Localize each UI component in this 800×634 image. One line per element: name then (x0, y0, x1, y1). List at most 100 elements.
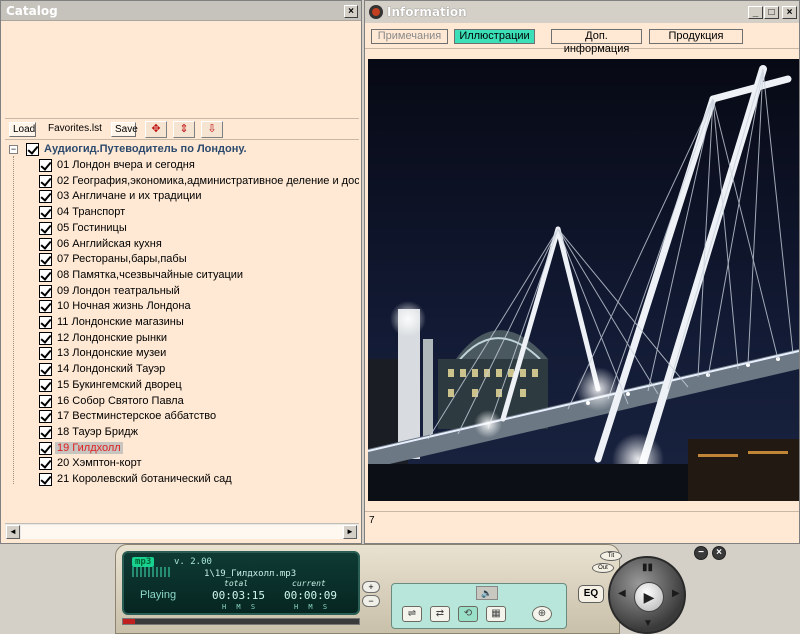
next-icon[interactable]: ▶ (672, 588, 680, 599)
tab-illustrations[interactable]: Иллюстрации (454, 29, 535, 44)
item-checkbox[interactable] (39, 441, 52, 455)
item-checkbox[interactable] (39, 268, 52, 282)
item-checkbox[interactable] (39, 237, 52, 251)
item-checkbox[interactable] (39, 174, 52, 188)
item-checkbox[interactable] (39, 190, 52, 204)
tree-item[interactable]: 21 Королевский ботанический сад (39, 472, 359, 488)
tree-item[interactable]: 15 Букингемский дворец (39, 378, 359, 394)
minimize-button[interactable]: _ (748, 6, 763, 19)
scroll-right-icon[interactable]: ► (343, 525, 357, 539)
tree-item[interactable]: 14 Лондонский Тауэр (39, 362, 359, 378)
item-checkbox[interactable] (39, 221, 52, 235)
collapse-icon[interactable]: − (9, 145, 18, 154)
tree-item[interactable]: 04 Транспорт (39, 205, 359, 221)
tree-item[interactable]: 01 Лондон вчера и сегодня (39, 158, 359, 174)
tree-item[interactable]: 16 Собор Святого Павла (39, 394, 359, 410)
item-checkbox[interactable] (39, 206, 52, 220)
load-button[interactable]: Load (9, 122, 36, 137)
tab-products[interactable]: Продукция (649, 29, 743, 44)
loop-button[interactable]: ⟲ (458, 606, 478, 622)
web-button[interactable]: ⊕ (532, 606, 552, 622)
tree-item-label: 11 Лондонские магазины (57, 316, 184, 328)
item-checkbox[interactable] (39, 473, 52, 486)
up-down-icon: ⇕ (179, 123, 189, 135)
pause-icon[interactable]: ▼ (643, 618, 653, 629)
item-checkbox[interactable] (39, 284, 52, 298)
catalog-close-button[interactable]: × (344, 5, 358, 18)
item-checkbox[interactable] (39, 316, 52, 329)
playlist-button[interactable]: ▦ (486, 606, 506, 622)
tree-item-label: 06 Английская кухня (57, 237, 162, 250)
move-up-button[interactable]: ⇕ (173, 121, 195, 138)
catalog-tree[interactable]: − Аудиогид.Путеводитель по Лондону. 01 Л… (5, 142, 359, 523)
shuffle-button[interactable]: ⇌ (402, 606, 422, 622)
close-button[interactable]: × (782, 6, 797, 19)
tree-item[interactable]: 18 Тауэр Бридж (39, 425, 359, 441)
tab-notes[interactable]: Примечания (371, 29, 448, 44)
current-label: current (292, 579, 326, 588)
track-file-name: 1\19_Гилдхолл.mp3 (204, 569, 297, 579)
tree-item[interactable]: 20 Хэмптон-корт (39, 456, 359, 472)
move-button[interactable]: ✥ (145, 121, 167, 138)
repeat-button[interactable]: ⇄ (430, 606, 450, 622)
tree-item[interactable]: 08 Памятка,чсезвычайные ситуации (39, 268, 359, 284)
item-checkbox[interactable] (39, 425, 52, 439)
total-hms: H M S (222, 603, 259, 611)
tree-item[interactable]: 10 Ночная жизнь Лондона (39, 299, 359, 315)
save-button[interactable]: Save (111, 122, 138, 137)
catalog-horizontal-scrollbar[interactable]: ◄ ► (5, 523, 359, 539)
tree-item-label: 12 Лондонские рынки (57, 331, 167, 344)
tree-item-label: 21 Королевский ботанический сад (57, 473, 232, 485)
information-window: Information _ □ × Примечания Иллюстрации… (364, 0, 800, 544)
speaker-icon[interactable]: 🔈 (476, 586, 498, 600)
item-checkbox[interactable] (39, 410, 52, 424)
tree-item[interactable]: 13 Лондонские музеи (39, 346, 359, 362)
tree-item[interactable]: 02 География,экономика,административное … (39, 174, 359, 190)
item-checkbox[interactable] (39, 457, 52, 471)
tree-item[interactable]: 11 Лондонские магазины (39, 315, 359, 331)
player-close-button[interactable]: × (712, 546, 726, 560)
mp3-logo: mp3 (132, 557, 155, 567)
root-checkbox[interactable] (26, 143, 39, 156)
tree-item[interactable]: 12 Лондонские рынки (39, 331, 359, 347)
player-version: v. 2.00 (174, 557, 212, 567)
output-toggle-button[interactable]: Out (592, 563, 614, 573)
info-status-bar: 7 (365, 511, 799, 541)
catalog-titlebar[interactable]: Catalog × (1, 1, 361, 21)
tree-item[interactable]: 09 Лондон театральный (39, 284, 359, 300)
item-checkbox[interactable] (39, 347, 52, 361)
tree-item[interactable]: 06 Английская кухня (39, 237, 359, 253)
tree-item[interactable]: 17 Вестминстерское аббатство (39, 409, 359, 425)
tree-item[interactable]: 05 Гостиницы (39, 221, 359, 237)
scroll-left-icon[interactable]: ◄ (6, 525, 20, 539)
seek-bar[interactable] (122, 618, 360, 625)
tree-item-label: 05 Гостиницы (57, 221, 127, 234)
tree-item-label: 07 Рестораны,бары,пабы (57, 253, 187, 266)
tree-item[interactable]: 07 Рестораны,бары,пабы (39, 252, 359, 268)
volume-up-button[interactable]: + (362, 581, 380, 593)
item-checkbox[interactable] (39, 331, 52, 345)
play-button[interactable]: ▶ (634, 582, 664, 612)
info-title: Information (387, 5, 467, 19)
equalizer-button[interactable]: EQ (578, 585, 604, 603)
volume-down-button[interactable]: − (362, 595, 380, 607)
info-titlebar[interactable]: Information _ □ × (365, 1, 799, 23)
scroll-thumb[interactable] (21, 525, 343, 539)
item-checkbox[interactable] (39, 363, 52, 377)
previous-icon[interactable]: ◀ (618, 588, 626, 599)
stop-icon[interactable]: ▮▮ (642, 562, 653, 573)
tree-item[interactable]: 19 Гилдхолл (39, 441, 359, 457)
item-checkbox[interactable] (39, 300, 52, 314)
item-checkbox[interactable] (39, 253, 52, 267)
maximize-button[interactable]: □ (764, 6, 779, 19)
item-checkbox[interactable] (39, 378, 52, 392)
illustration-image (368, 59, 799, 501)
move-down-button[interactable]: ⇩ (201, 121, 223, 138)
tab-extra-info[interactable]: Доп. информация (551, 29, 642, 55)
player-minimize-button[interactable]: − (694, 546, 708, 560)
tree-item[interactable]: 03 Англичане и их традиции (39, 189, 359, 205)
tree-item-label: 02 География,экономика,административное … (57, 174, 359, 187)
title-toggle-button[interactable]: Tit (600, 551, 622, 561)
item-checkbox[interactable] (39, 394, 52, 408)
item-checkbox[interactable] (39, 159, 52, 172)
